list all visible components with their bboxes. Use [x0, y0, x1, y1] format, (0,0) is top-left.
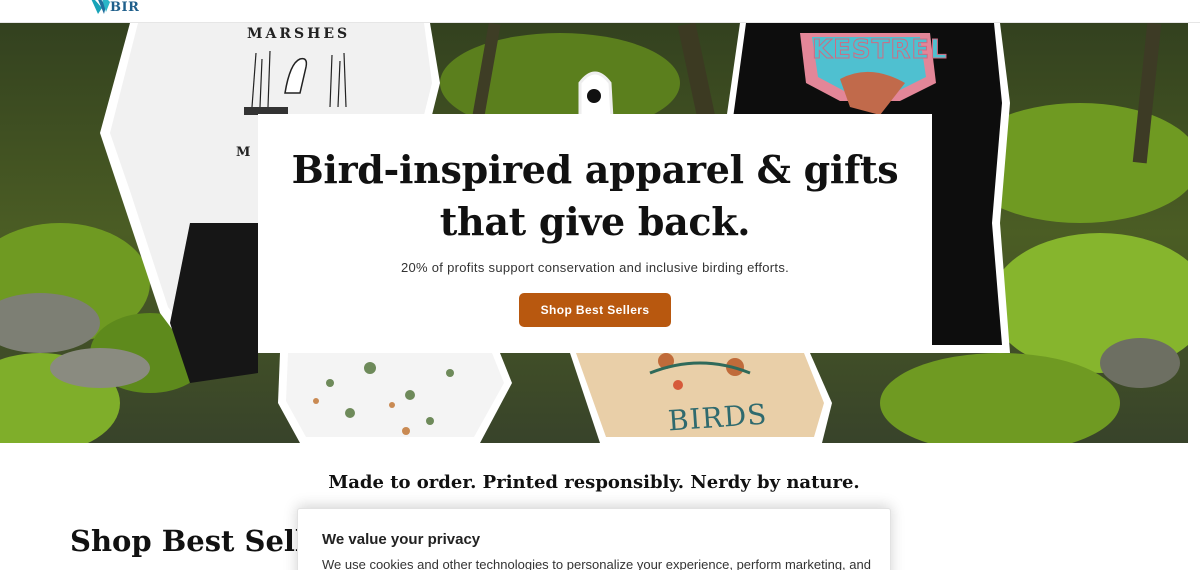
tote-print-text: BIRDS	[666, 397, 769, 438]
shop-best-sellers-button[interactable]: Shop Best Sellers	[518, 293, 672, 327]
scrollbar[interactable]	[1188, 23, 1200, 443]
hero-banner: MARSHES M KESTREL BIRDS Bird-inspired ap…	[0, 23, 1188, 443]
hero-title-line-1: Bird-inspired apparel & gifts	[291, 147, 899, 192]
logo-text: BIR	[110, 0, 140, 15]
sweatshirt-print-letter: M	[236, 145, 251, 160]
cookie-consent-banner: We value your privacy We use cookies and…	[297, 508, 891, 570]
hoodie-print-text: KESTREL	[812, 35, 948, 66]
hero-title: Bird-inspired apparel & gifts that give …	[258, 144, 932, 248]
hero-title-line-2: that give back.	[439, 199, 751, 244]
hero-subtitle: 20% of profits support conservation and …	[400, 260, 790, 275]
sweatshirt-print-text: MARSHES	[247, 26, 351, 42]
cookie-banner-text: We use cookies and other technologies to…	[322, 557, 871, 570]
site-header: BIR	[0, 0, 1200, 23]
cookie-banner-title: We value your privacy	[322, 531, 481, 548]
hero-card: Bird-inspired apparel & gifts that give …	[258, 114, 932, 353]
tagline: Made to order. Printed responsibly. Nerd…	[328, 472, 860, 493]
